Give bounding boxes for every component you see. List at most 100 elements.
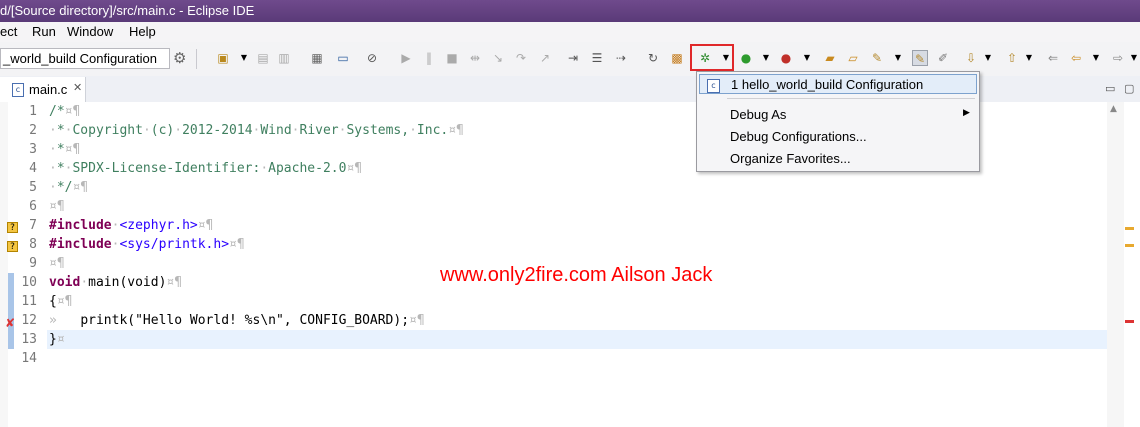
external-tools-icon[interactable]: ● [778, 50, 794, 66]
debug-menu-organize-favorites[interactable]: Organize Favorites... [730, 151, 851, 166]
menu-window[interactable]: Window [67, 24, 113, 39]
code-line[interactable]: ¤¶ [49, 256, 65, 271]
line-number: 9 [29, 256, 37, 271]
watermark: www.only2fire.com Ailson Jack [440, 264, 713, 286]
terminate-icon[interactable]: ■ [444, 50, 460, 66]
debug-highlight-box [690, 44, 734, 71]
drop-to-frame-icon[interactable]: ⇢ [613, 50, 629, 66]
overview-warning-marker[interactable] [1125, 227, 1134, 230]
code-token: ¤¶ [49, 256, 65, 271]
save-all-icon[interactable]: ▥ [276, 50, 292, 66]
external-tools-dropdown-icon[interactable]: ▼ [799, 50, 815, 66]
overview-error-marker[interactable] [1125, 320, 1134, 323]
code-line[interactable]: #include·<zephyr.h>¤¶ [49, 218, 213, 233]
error-icon[interactable]: ✘ [5, 316, 15, 330]
build-icon[interactable]: ▦ [309, 50, 325, 66]
code-token: <zephyr.h> [119, 218, 198, 233]
code-line[interactable]: #include·<sys/printk.h>¤¶ [49, 237, 245, 252]
code-token: void [49, 275, 81, 290]
code-token: ¤¶ [72, 180, 89, 195]
code-line[interactable]: ·*·Copyright·(c)·2012-2014·Wind·River·Sy… [49, 123, 464, 138]
last-edit-icon[interactable]: ⇐ [1045, 50, 1061, 66]
next-annotation-icon[interactable]: ⇩ [963, 50, 979, 66]
code-token: Inc. [416, 123, 449, 138]
code-line[interactable]: ¤¶ [49, 199, 65, 214]
back-dropdown-icon[interactable]: ▼ [1088, 50, 1104, 66]
vertical-scrollbar[interactable]: ▲ [1107, 102, 1124, 427]
step-over-icon[interactable]: ↷ [513, 50, 529, 66]
step-into-icon[interactable]: ↘ [490, 50, 506, 66]
disconnect-icon[interactable]: ⇹ [467, 50, 483, 66]
new-icon[interactable]: ▣ [215, 50, 231, 66]
pen-icon[interactable]: ✐ [935, 50, 951, 66]
warning-icon[interactable]: ? [7, 222, 18, 233]
terminal-icon[interactable]: ▭ [335, 50, 351, 66]
current-line-highlight [47, 330, 1107, 349]
line-number: 14 [21, 351, 37, 366]
launch-configuration-select[interactable]: _world_build Configuration [0, 48, 170, 69]
code-token: main(void) [88, 275, 167, 290]
suspend-icon[interactable]: ‖ [421, 50, 437, 66]
previous-annotation-dropdown-icon[interactable]: ▼ [1021, 50, 1037, 66]
code-line[interactable]: ·*/¤¶ [49, 180, 88, 195]
open-type-icon[interactable]: ▱ [845, 50, 861, 66]
line-number: 10 [21, 275, 37, 290]
code-line[interactable]: }¤ [49, 332, 65, 347]
skip-breakpoints-icon[interactable]: ⊘ [364, 50, 380, 66]
code-line[interactable]: » printk("Hello World! %s\n", CONFIG_BOA… [49, 313, 425, 328]
list-icon[interactable]: ☰ [589, 50, 605, 66]
run-icon[interactable]: ● [738, 50, 754, 66]
step-return-icon[interactable]: ↗ [537, 50, 553, 66]
code-token: printk("Hello World! %s\n", CONFIG_BOARD… [80, 313, 410, 328]
previous-annotation-icon[interactable]: ⇧ [1004, 50, 1020, 66]
toolbar-separator [196, 49, 197, 69]
forward-dropdown-icon[interactable]: ▼ [1126, 50, 1140, 66]
close-icon[interactable]: ✕ [73, 81, 82, 94]
save-icon[interactable]: ▤ [255, 50, 271, 66]
line-number: 3 [29, 142, 37, 157]
minimize-icon[interactable]: ▭ [1105, 82, 1115, 95]
menu-run[interactable]: Run [32, 24, 56, 39]
code-line[interactable]: ·*¤¶ [49, 142, 80, 157]
scroll-up-icon[interactable]: ▲ [1110, 104, 1117, 114]
menu-help[interactable]: Help [129, 24, 156, 39]
open-folder-icon[interactable]: ▰ [822, 50, 838, 66]
code-line[interactable]: {¤¶ [49, 294, 72, 309]
menu-separator [727, 98, 975, 99]
code-line[interactable]: /*¤¶ [49, 104, 80, 119]
tab-main-c[interactable]: c main.c ✕ [0, 77, 86, 102]
c-file-icon: c [12, 83, 24, 97]
code-token: ¤¶ [409, 313, 425, 328]
refresh-icon[interactable]: ↻ [645, 50, 661, 66]
code-line[interactable]: ·*·SPDX-License-Identifier:·Apache-2.0¤¶ [49, 161, 362, 176]
run-dropdown-icon[interactable]: ▼ [758, 50, 774, 66]
code-token: Copyright [72, 123, 143, 138]
debug-menu-debug-configurations[interactable]: Debug Configurations... [730, 129, 867, 144]
forward-icon[interactable]: ⇨ [1110, 50, 1126, 66]
debug-menu-item-label: 1 hello_world_build Configuration [731, 77, 924, 92]
code-token: ¤¶ [448, 123, 464, 138]
warning-icon[interactable]: ? [7, 241, 18, 252]
mark-occurrences-icon[interactable]: ✎ [912, 50, 928, 66]
maximize-icon[interactable]: ▢ [1124, 82, 1134, 95]
resume-icon[interactable]: ▶ [398, 50, 414, 66]
menu-project[interactable]: ect [0, 24, 17, 39]
wand-icon[interactable]: ✎ [869, 50, 885, 66]
debug-menu-item-hello-world[interactable]: c 1 hello_world_build Configuration [699, 74, 977, 94]
back-icon[interactable]: ⇦ [1068, 50, 1084, 66]
instruction-step-icon[interactable]: ⇥ [565, 50, 581, 66]
line-number: 6 [29, 199, 37, 214]
next-annotation-dropdown-icon[interactable]: ▼ [980, 50, 996, 66]
code-line[interactable]: void·main(void)¤¶ [49, 275, 182, 290]
overview-warning-marker[interactable] [1125, 244, 1134, 247]
code-token: ¤¶ [197, 218, 214, 233]
code-token: ¤¶ [56, 294, 73, 309]
code-token: SPDX-License-Identifier: [72, 161, 261, 176]
line-number: 13 [21, 332, 37, 347]
wand-dropdown-icon[interactable]: ▼ [890, 50, 906, 66]
code-token: /* [49, 104, 65, 119]
chevron-down-icon[interactable]: ▼ [236, 50, 252, 66]
debug-menu-debug-as[interactable]: Debug As [730, 107, 786, 122]
gear-icon[interactable]: ⚙ [173, 49, 186, 67]
build-target-icon[interactable]: ▩ [669, 50, 685, 66]
